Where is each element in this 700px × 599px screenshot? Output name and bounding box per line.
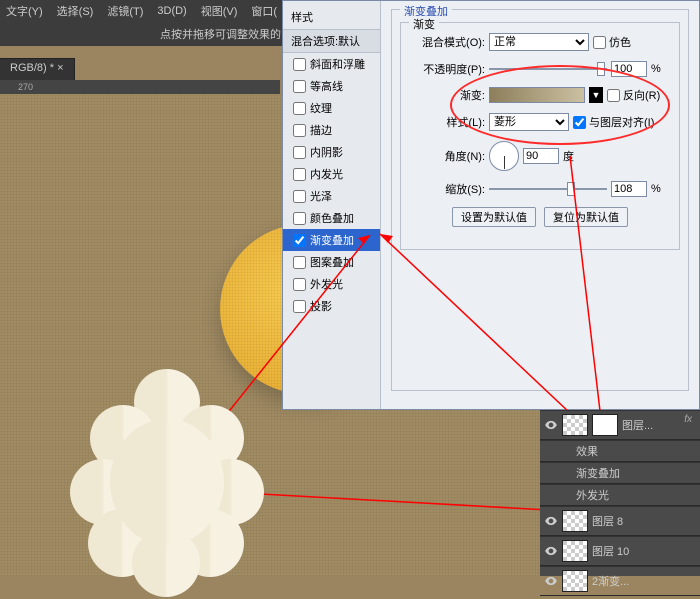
style-label: 颜色叠加 <box>310 210 354 226</box>
layer-row[interactable]: 图层... fx <box>540 410 700 440</box>
gradient-style-select[interactable]: 菱形 <box>489 113 569 131</box>
style-checkbox[interactable] <box>293 256 306 269</box>
set-default-button[interactable]: 设置为默认值 <box>452 207 536 227</box>
style-checkbox[interactable] <box>293 190 306 203</box>
opacity-label: 不透明度(P): <box>409 61 485 77</box>
menu-item[interactable]: 视图(V) <box>201 3 238 19</box>
cloud-shape <box>62 359 272 599</box>
gradient-label: 渐变: <box>409 87 485 103</box>
opacity-slider[interactable] <box>489 62 607 76</box>
layer-name: 2渐变... <box>592 573 629 589</box>
menu-item[interactable]: 选择(S) <box>57 3 94 19</box>
style-label: 渐变叠加 <box>310 232 354 248</box>
gradient-dropdown-arrow[interactable]: ▼ <box>589 87 603 103</box>
visibility-eye-icon[interactable] <box>544 514 558 528</box>
sub-title: 渐变 <box>409 16 439 32</box>
mask-thumb[interactable] <box>592 414 618 436</box>
style-item-颜色叠加[interactable]: 颜色叠加 <box>283 207 380 229</box>
style-item-外发光[interactable]: 外发光 <box>283 273 380 295</box>
style-checkbox[interactable] <box>293 234 306 247</box>
layer-fx-row[interactable]: 效果 <box>540 440 700 462</box>
dither-checkbox[interactable]: 仿色 <box>593 34 631 50</box>
visibility-eye-icon[interactable] <box>544 574 558 588</box>
layer-thumb[interactable] <box>562 414 588 436</box>
style-checkbox[interactable] <box>293 102 306 115</box>
style-item-纹理[interactable]: 纹理 <box>283 97 380 119</box>
reverse-checkbox[interactable]: 反向(R) <box>607 87 660 103</box>
ruler: 270 <box>0 80 280 94</box>
menu-item[interactable]: 3D(D) <box>157 5 186 17</box>
layer-name: 图层 8 <box>592 513 623 529</box>
style-settings: 渐变叠加 渐变 混合模式(O): 正常 仿色 不透明度(P): % 渐变: <box>381 1 699 409</box>
style-item-光泽[interactable]: 光泽 <box>283 185 380 207</box>
style-label: 纹理 <box>310 100 332 116</box>
style-label: 光泽 <box>310 188 332 204</box>
scale-slider[interactable] <box>489 182 607 196</box>
ruler-tick: 270 <box>18 82 33 92</box>
style-checkbox[interactable] <box>293 58 306 71</box>
blend-mode-label: 混合模式(O): <box>409 34 485 50</box>
gradient-preview[interactable] <box>489 87 585 103</box>
style-checkbox[interactable] <box>293 212 306 225</box>
style-checkbox[interactable] <box>293 124 306 137</box>
document-tab[interactable]: RGB/8) * × <box>0 58 75 80</box>
visibility-eye-icon[interactable] <box>544 418 558 432</box>
style-checkbox[interactable] <box>293 80 306 93</box>
scale-input[interactable] <box>611 181 647 197</box>
blend-options[interactable]: 混合选项:默认 <box>283 29 380 53</box>
menu-item[interactable]: 文字(Y) <box>6 3 43 19</box>
style-item-内阴影[interactable]: 内阴影 <box>283 141 380 163</box>
style-label: 内发光 <box>310 166 343 182</box>
style-item-图案叠加[interactable]: 图案叠加 <box>283 251 380 273</box>
layers-panel: 图层... fx 效果 渐变叠加 外发光 图层 8 图层 10 2渐变... <box>540 410 700 576</box>
angle-dial[interactable] <box>489 141 519 171</box>
menu-item[interactable]: 滤镜(T) <box>107 3 143 19</box>
style-label: 投影 <box>310 298 332 314</box>
layer-thumb[interactable] <box>562 510 588 532</box>
style-item-内发光[interactable]: 内发光 <box>283 163 380 185</box>
style-checkbox[interactable] <box>293 146 306 159</box>
layer-row[interactable]: 图层 8 <box>540 506 700 536</box>
layer-style-dialog: 样式 混合选项:默认 斜面和浮雕等高线纹理描边内阴影内发光光泽颜色叠加渐变叠加图… <box>282 0 700 410</box>
layer-row[interactable]: 2渐变... <box>540 566 700 596</box>
style-item-斜面和浮雕[interactable]: 斜面和浮雕 <box>283 53 380 75</box>
align-layer-checkbox[interactable]: 与图层对齐(I) <box>573 114 654 130</box>
angle-input[interactable] <box>523 148 559 164</box>
options-hint: 点按并拖移可调整效果的 <box>160 26 281 42</box>
percent-unit: % <box>651 63 661 75</box>
style-label: 外发光 <box>310 276 343 292</box>
style-item-投影[interactable]: 投影 <box>283 295 380 317</box>
style-checkbox[interactable] <box>293 168 306 181</box>
visibility-eye-icon[interactable] <box>544 544 558 558</box>
reset-default-button[interactable]: 复位为默认值 <box>544 207 628 227</box>
style-label: 描边 <box>310 122 332 138</box>
menu-item[interactable]: 窗口( <box>251 3 277 19</box>
fx-badge[interactable]: fx <box>684 414 692 425</box>
style-label: 内阴影 <box>310 144 343 160</box>
layer-fx-row[interactable]: 外发光 <box>540 484 700 506</box>
opacity-input[interactable] <box>611 61 647 77</box>
angle-label: 角度(N): <box>409 148 485 164</box>
style-item-等高线[interactable]: 等高线 <box>283 75 380 97</box>
scale-label: 缩放(S): <box>409 181 485 197</box>
style-label: 图案叠加 <box>310 254 354 270</box>
layer-name: 图层 10 <box>592 543 629 559</box>
styles-list: 样式 混合选项:默认 斜面和浮雕等高线纹理描边内阴影内发光光泽颜色叠加渐变叠加图… <box>283 1 381 409</box>
layer-fx-row[interactable]: 渐变叠加 <box>540 462 700 484</box>
degree-unit: 度 <box>563 148 574 164</box>
styles-title: 样式 <box>283 5 380 29</box>
layer-row[interactable]: 图层 10 <box>540 536 700 566</box>
style-item-描边[interactable]: 描边 <box>283 119 380 141</box>
layer-thumb[interactable] <box>562 540 588 562</box>
style-checkbox[interactable] <box>293 278 306 291</box>
style-checkbox[interactable] <box>293 300 306 313</box>
percent-unit: % <box>651 183 661 195</box>
layer-thumb[interactable] <box>562 570 588 592</box>
style-item-渐变叠加[interactable]: 渐变叠加 <box>283 229 380 251</box>
style-label: 等高线 <box>310 78 343 94</box>
style-label: 斜面和浮雕 <box>310 56 365 72</box>
blend-mode-select[interactable]: 正常 <box>489 33 589 51</box>
layer-name: 图层... <box>622 417 653 433</box>
style-label: 样式(L): <box>409 114 485 130</box>
